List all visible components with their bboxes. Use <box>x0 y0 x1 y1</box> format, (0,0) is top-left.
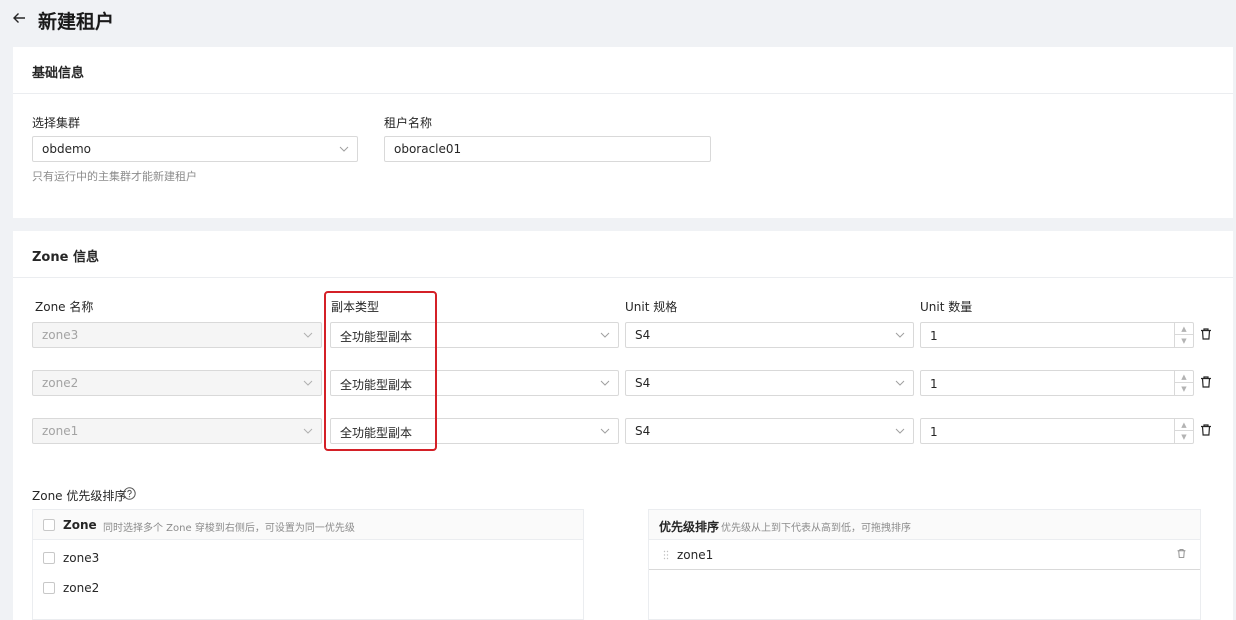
question-circle-icon[interactable] <box>123 487 136 500</box>
chevron-down-icon <box>600 332 610 338</box>
unit-spec-select[interactable]: S4 <box>625 418 914 444</box>
unit-count-input[interactable]: 1 ▲ ▼ <box>920 370 1194 396</box>
arrow-left-icon[interactable] <box>11 10 27 26</box>
col-unit-count: Unit 数量 <box>920 300 973 314</box>
unit-spec-value: S4 <box>635 328 651 342</box>
cluster-select[interactable]: obdemo <box>32 136 358 162</box>
chevron-down-icon <box>303 380 313 386</box>
unit-spec-select[interactable]: S4 <box>625 322 914 348</box>
zone-item-label: zone3 <box>63 551 100 565</box>
unit-count-input[interactable]: 1 ▲ ▼ <box>920 322 1194 348</box>
trash-icon[interactable] <box>1176 548 1187 559</box>
unit-spec-select[interactable]: S4 <box>625 370 914 396</box>
replica-type-highlight <box>324 291 437 451</box>
decrement-button[interactable]: ▼ <box>1175 335 1193 347</box>
number-stepper: ▲ ▼ <box>1174 419 1193 443</box>
increment-button[interactable]: ▲ <box>1175 371 1193 383</box>
basic-info-title: 基础信息 <box>32 66 85 81</box>
zone-source-hint: 同时选择多个 Zone 穿梭到右侧后，可设置为同一优先级 <box>103 523 355 534</box>
chevron-down-icon <box>600 380 610 386</box>
chevron-down-icon <box>303 332 313 338</box>
zone-priority-panel: 优先级排序 优先级从上到下代表从高到低，可拖拽排序 zone1 <box>648 509 1201 620</box>
decrement-button[interactable]: ▼ <box>1175 383 1193 395</box>
chevron-down-icon <box>895 332 905 338</box>
cluster-label: 选择集群 <box>32 116 81 130</box>
unit-count-value: 1 <box>930 377 938 391</box>
divider <box>13 93 1233 94</box>
trash-icon[interactable] <box>1199 327 1213 341</box>
tenant-name-label: 租户名称 <box>384 116 433 130</box>
trash-icon[interactable] <box>1199 423 1213 437</box>
zone-select-value: zone2 <box>42 376 79 390</box>
unit-count-value: 1 <box>930 425 938 439</box>
cluster-select-value: obdemo <box>42 142 91 156</box>
number-stepper: ▲ ▼ <box>1174 323 1193 347</box>
page-title: 新建租户 <box>38 11 115 33</box>
zone-priority-title: Zone 优先级排序 <box>32 489 127 503</box>
trash-icon[interactable] <box>1199 375 1213 389</box>
chevron-down-icon <box>339 146 349 152</box>
col-zone-name: Zone 名称 <box>35 300 94 314</box>
unit-spec-value: S4 <box>635 376 651 390</box>
priority-item-label: zone1 <box>677 548 714 562</box>
basic-info-card: 基础信息 选择集群 obdemo 只有运行中的主集群才能新建租户 租户名称 ob… <box>13 47 1233 218</box>
chevron-down-icon <box>303 428 313 434</box>
zone-priority-header-label: 优先级排序 <box>659 520 720 534</box>
select-all-checkbox[interactable] <box>43 519 55 531</box>
zone-select-value: zone1 <box>42 424 79 438</box>
chevron-down-icon <box>600 428 610 434</box>
page-header: 新建租户 <box>0 0 1236 44</box>
unit-spec-value: S4 <box>635 424 651 438</box>
divider <box>13 277 1233 278</box>
zone-priority-header: 优先级排序 优先级从上到下代表从高到低，可拖拽排序 <box>649 510 1200 540</box>
zone-source-panel: Zone 同时选择多个 Zone 穿梭到右侧后，可设置为同一优先级 zone3 … <box>32 509 584 620</box>
zone-checkbox[interactable] <box>43 582 55 594</box>
zone-checkbox[interactable] <box>43 552 55 564</box>
zone-source-header: Zone 同时选择多个 Zone 穿梭到右侧后，可设置为同一优先级 <box>33 510 583 540</box>
zone-select: zone2 <box>32 370 322 396</box>
zone-priority-hint: 优先级从上到下代表从高到低，可拖拽排序 <box>721 523 911 534</box>
tenant-name-value: oboracle01 <box>394 142 462 156</box>
decrement-button[interactable]: ▼ <box>1175 431 1193 443</box>
increment-button[interactable]: ▲ <box>1175 419 1193 431</box>
list-item[interactable]: zone1 <box>649 540 1200 570</box>
zone-info-card: Zone 信息 Zone 名称 副本类型 Unit 规格 Unit 数量 zon… <box>13 231 1233 620</box>
tenant-name-input[interactable]: oboracle01 <box>384 136 711 162</box>
number-stepper: ▲ ▼ <box>1174 371 1193 395</box>
chevron-down-icon <box>895 428 905 434</box>
zone-select-value: zone3 <box>42 328 79 342</box>
zone-info-title: Zone 信息 <box>32 250 99 265</box>
unit-count-input[interactable]: 1 ▲ ▼ <box>920 418 1194 444</box>
unit-count-value: 1 <box>930 329 938 343</box>
col-unit-spec: Unit 规格 <box>625 300 678 314</box>
chevron-down-icon <box>895 380 905 386</box>
increment-button[interactable]: ▲ <box>1175 323 1193 335</box>
drag-handle-icon[interactable] <box>663 550 669 560</box>
zone-select: zone1 <box>32 418 322 444</box>
zone-source-header-label: Zone <box>63 518 97 532</box>
zone-item-label: zone2 <box>63 581 100 595</box>
cluster-hint: 只有运行中的主集群才能新建租户 <box>32 170 197 183</box>
zone-select: zone3 <box>32 322 322 348</box>
